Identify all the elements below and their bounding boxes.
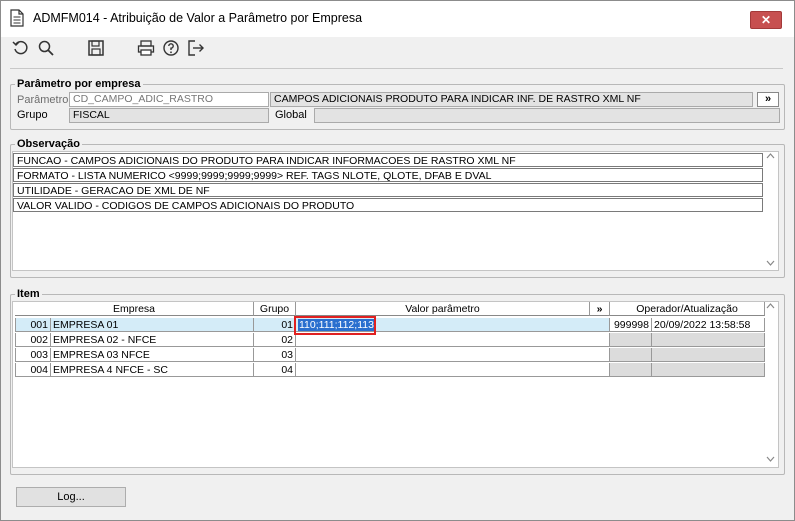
highlight-box bbox=[294, 316, 376, 335]
search-icon[interactable] bbox=[36, 39, 56, 57]
save-icon[interactable] bbox=[86, 39, 106, 57]
row-empresa: EMPRESA 02 - NFCE bbox=[51, 333, 254, 347]
row-valor[interactable] bbox=[296, 363, 610, 377]
row-valor[interactable] bbox=[296, 333, 610, 347]
row-code: 002 bbox=[15, 333, 51, 347]
parametro-description: CAMPOS ADICIONAIS PRODUTO PARA INDICAR I… bbox=[270, 92, 753, 107]
row-empresa: EMPRESA 03 NFCE bbox=[51, 348, 254, 362]
close-button[interactable]: ✕ bbox=[750, 11, 782, 29]
table-row[interactable]: 001 EMPRESA 01 01 110;111;112;113 999998… bbox=[15, 318, 765, 332]
row-atualizacao: 20/09/2022 13:58:58 bbox=[652, 318, 765, 332]
grid-scroll-up-icon[interactable] bbox=[766, 302, 775, 312]
header-operador[interactable]: Operador/Atualização bbox=[610, 302, 765, 316]
header-valor[interactable]: Valor parâmetro bbox=[296, 302, 590, 316]
row-code: 004 bbox=[15, 363, 51, 377]
log-button[interactable]: Log... bbox=[16, 487, 126, 507]
row-code: 001 bbox=[15, 318, 51, 332]
row-atualizacao bbox=[652, 333, 765, 347]
scroll-up-icon[interactable] bbox=[766, 152, 775, 162]
row-grupo: 04 bbox=[254, 363, 296, 377]
document-icon bbox=[10, 9, 24, 27]
toolbar-separator bbox=[10, 68, 783, 69]
row-valor[interactable] bbox=[296, 348, 610, 362]
scroll-down-icon[interactable] bbox=[766, 259, 775, 269]
header-expand-button[interactable]: » bbox=[590, 302, 610, 316]
row-atualizacao bbox=[652, 363, 765, 377]
row-operador bbox=[610, 348, 652, 362]
table-row[interactable]: 004 EMPRESA 4 NFCE - SC 04 bbox=[15, 363, 765, 377]
item-grid: Empresa Grupo Valor parâmetro » Operador… bbox=[12, 301, 779, 468]
table-row[interactable]: 003 EMPRESA 03 NFCE 03 bbox=[15, 348, 765, 362]
refresh-icon[interactable] bbox=[11, 39, 31, 57]
header-empresa[interactable]: Empresa bbox=[15, 302, 254, 316]
print-icon[interactable] bbox=[136, 39, 156, 57]
obs-line: FORMATO - LISTA NUMERICO <9999;9999;9999… bbox=[13, 168, 763, 182]
row-grupo: 02 bbox=[254, 333, 296, 347]
header-grupo[interactable]: Grupo bbox=[254, 302, 296, 316]
global-label: Global bbox=[275, 109, 307, 121]
row-grupo: 03 bbox=[254, 348, 296, 362]
grupo-label: Grupo bbox=[17, 109, 48, 121]
obs-line: VALOR VALIDO - CODIGOS DE CAMPOS ADICION… bbox=[13, 198, 763, 212]
obs-section-legend: Observação bbox=[17, 138, 80, 150]
global-field bbox=[314, 108, 780, 123]
help-icon[interactable] bbox=[161, 39, 181, 57]
obs-line: FUNCAO - CAMPOS ADICIONAIS DO PRODUTO PA… bbox=[13, 153, 763, 167]
parametro-label: Parâmetro bbox=[17, 94, 69, 106]
row-atualizacao bbox=[652, 348, 765, 362]
grid-scroll-down-icon[interactable] bbox=[766, 455, 775, 465]
row-code: 003 bbox=[15, 348, 51, 362]
obs-line: UTILIDADE - GERACAO DE XML DE NF bbox=[13, 183, 763, 197]
parametro-field[interactable]: CD_CAMPO_ADIC_RASTRO bbox=[69, 92, 269, 107]
window-title: ADMFM014 - Atribuição de Valor a Parâmet… bbox=[33, 11, 363, 25]
row-empresa: EMPRESA 01 bbox=[51, 318, 254, 332]
param-section-legend: Parâmetro por empresa bbox=[17, 78, 141, 90]
row-grupo: 01 bbox=[254, 318, 296, 332]
item-section-legend: Item bbox=[17, 288, 40, 300]
table-row[interactable]: 002 EMPRESA 02 - NFCE 02 bbox=[15, 333, 765, 347]
parametro-expand-button[interactable]: » bbox=[757, 92, 779, 107]
row-operador bbox=[610, 363, 652, 377]
grupo-field: FISCAL bbox=[69, 108, 269, 123]
exit-icon[interactable] bbox=[186, 39, 206, 57]
row-operador bbox=[610, 333, 652, 347]
row-operador: 999998 bbox=[610, 318, 652, 332]
row-empresa: EMPRESA 4 NFCE - SC bbox=[51, 363, 254, 377]
